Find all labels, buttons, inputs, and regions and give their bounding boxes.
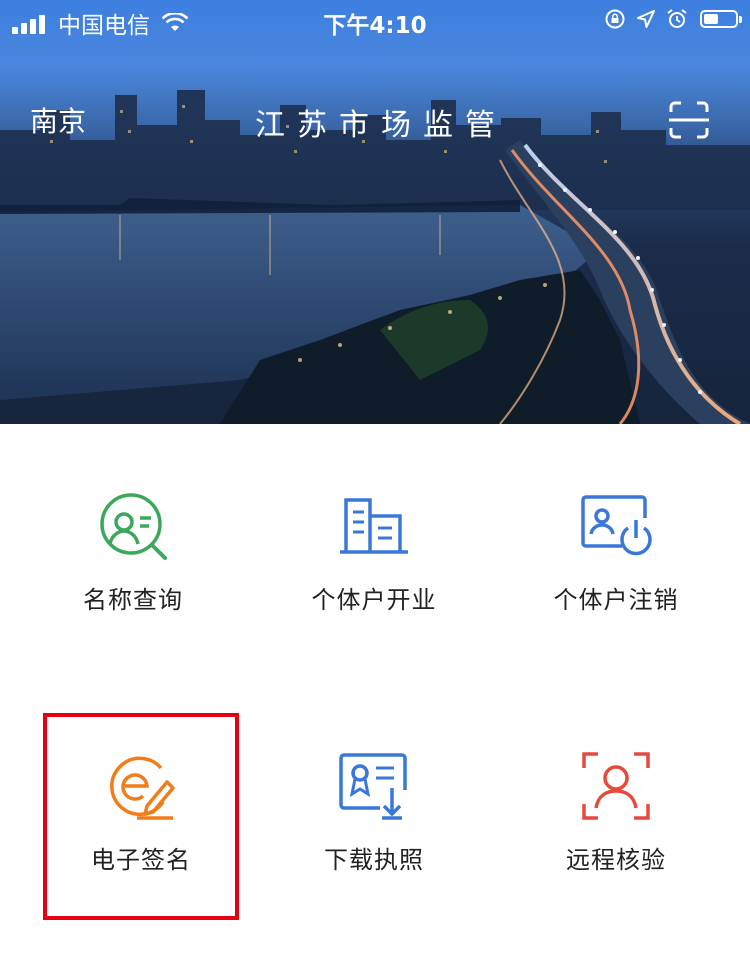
- scan-icon: [669, 101, 709, 139]
- city-night-image: [0, 90, 750, 424]
- cancel-power-icon: [578, 488, 654, 564]
- service-label: 下载执照: [324, 846, 424, 874]
- highlight-box: [43, 713, 239, 920]
- location-icon: [637, 10, 655, 28]
- service-label: 个体户开业: [311, 586, 437, 614]
- service-label: 个体户注销: [553, 586, 679, 614]
- building-icon: [336, 488, 412, 564]
- scan-button[interactable]: [668, 100, 710, 140]
- service-label: 名称查询: [83, 586, 183, 614]
- rotation-lock-icon: [605, 9, 625, 29]
- status-bar: 中国电信 下午4:10: [0, 0, 750, 42]
- screen: 中国电信 下午4:10 南京 江苏市场监管 名称查询 个体户开业 个体户注销 电…: [0, 0, 750, 959]
- service-name-search[interactable]: 名称查询: [17, 488, 249, 688]
- battery-icon: [700, 10, 742, 28]
- page-title: 江苏市场监管: [255, 108, 507, 143]
- alarm-icon: [667, 9, 687, 28]
- service-remote-verify[interactable]: 远程核验: [500, 748, 732, 948]
- service-business-open[interactable]: 个体户开业: [258, 488, 490, 688]
- license-download-icon: [336, 748, 412, 824]
- service-business-cancel[interactable]: 个体户注销: [500, 488, 732, 688]
- service-label: 远程核验: [566, 846, 666, 874]
- status-right: [594, 8, 742, 30]
- hero-banner: 中国电信 下午4:10 南京 江苏市场监管: [0, 0, 750, 424]
- service-license-download[interactable]: 下载执照: [258, 748, 490, 948]
- name-search-icon: [95, 488, 171, 564]
- face-verify-icon: [578, 748, 654, 824]
